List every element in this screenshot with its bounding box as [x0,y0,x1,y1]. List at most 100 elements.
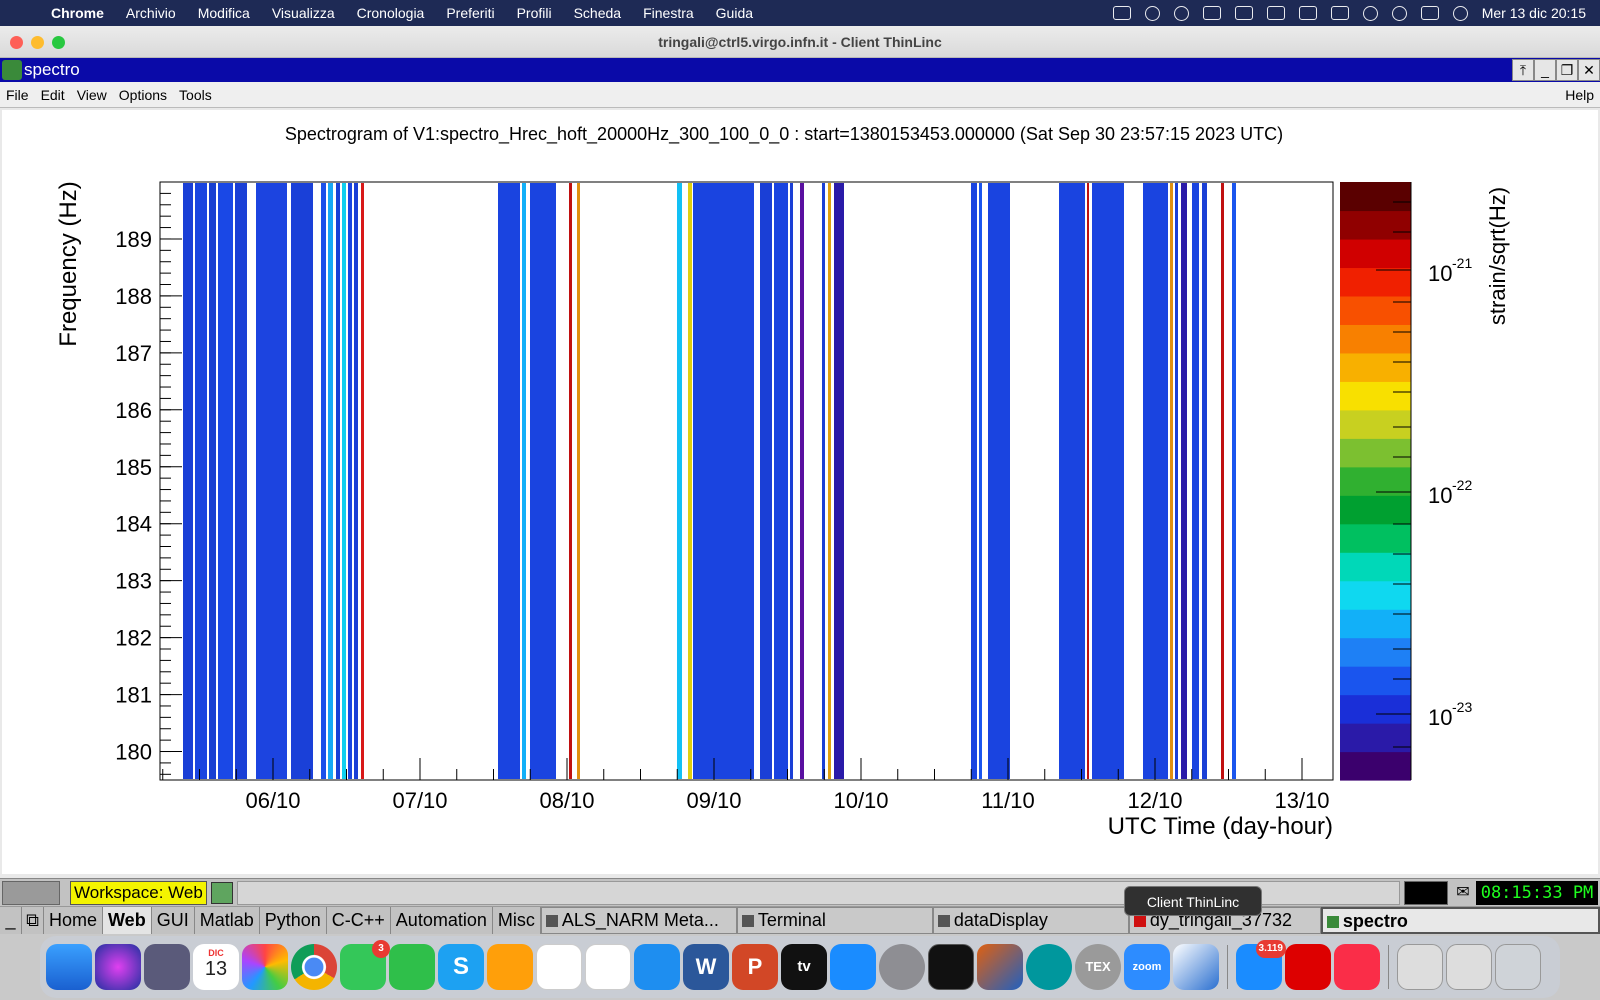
x-task-icon [1133,915,1146,927]
siri-app-icon[interactable] [95,944,141,990]
skype-icon[interactable]: S [438,944,484,990]
menu-finestra[interactable]: Finestra [632,5,705,21]
colorbar-segment [1340,238,1411,269]
time-machine-icon[interactable] [1173,5,1189,21]
page-c-cpp[interactable]: C-C++ [327,907,391,934]
spectrogram-plot[interactable]: Spectrogram of V1:spectro_Hrec_hoft_2000… [2,110,1598,874]
page-gui[interactable]: GUI [152,907,195,934]
cpu-monitor-icon [1404,880,1448,905]
page-matlab[interactable]: Matlab [195,907,260,934]
apple-tv-icon[interactable]: tv [781,944,827,990]
pages-icon[interactable] [487,944,533,990]
menu-guida[interactable]: Guida [705,5,764,21]
keyboard-icon[interactable] [1234,6,1253,20]
word-icon[interactable]: W [683,944,729,990]
terminal-icon[interactable] [928,944,974,990]
powerpoint-icon[interactable]: P [732,944,778,990]
keynote-icon[interactable] [634,944,680,990]
wifi-icon[interactable] [1362,5,1378,21]
lock-icon[interactable] [1202,6,1221,20]
task-datadisplay[interactable]: dataDisplay [932,907,1129,934]
menubar-clock[interactable]: Mer 13 dic 20:15 [1482,5,1586,21]
page-web[interactable]: Web [103,907,152,934]
calendar-icon[interactable]: DIC 13 [193,944,239,990]
x-tick-label: 07/10 [392,788,447,813]
menu-view[interactable]: View [71,87,113,103]
notes-icon[interactable] [536,944,582,990]
volume-icon[interactable] [1266,6,1285,20]
system-settings-icon[interactable] [879,944,925,990]
trash-icon[interactable] [1495,944,1541,990]
close-window-button[interactable] [10,36,23,49]
tex-icon[interactable]: TEX [1075,944,1121,990]
page-home[interactable]: Home [44,907,104,934]
mail-icon[interactable]: 3.119 [1236,940,1286,990]
photos-icon[interactable] [242,944,288,990]
spectrogram-band [348,183,352,779]
bluetooth-icon[interactable] [1298,6,1317,20]
zoom-icon[interactable]: zoom [1124,944,1170,990]
spectrogram-band [336,183,340,779]
menu-options[interactable]: Options [113,87,173,103]
window-title: tringali@ctrl5.virgo.infn.it - Client Th… [658,34,942,50]
battery-icon[interactable] [1330,6,1349,20]
workspace-switch-icon[interactable] [210,881,233,904]
stick-window-icon[interactable]: ⤒ [1512,59,1534,81]
minimized-window-icon[interactable] [1446,944,1492,990]
x-window-titlebar[interactable]: spectro ⤒ _ ❐ ✕ [0,58,1600,82]
panel-windows-icon[interactable]: ⧉ [22,907,44,934]
window-titlebar[interactable]: tringali@ctrl5.virgo.infn.it - Client Th… [0,26,1600,58]
matlab-icon[interactable] [977,944,1023,990]
menu-edit[interactable]: Edit [35,87,71,103]
minimize-window-button[interactable] [31,36,44,49]
music-icon[interactable] [1334,944,1380,990]
task-als-narm[interactable]: ALS_NARM Meta... [540,907,737,934]
finder-icon[interactable] [46,944,92,990]
root-canvas[interactable]: Spectrogram of V1:spectro_Hrec_hoft_2000… [2,110,1598,874]
menu-help[interactable]: Help [1565,87,1600,103]
menu-scheda[interactable]: Scheda [563,5,632,21]
task-terminal[interactable]: Terminal [736,907,933,934]
close-x-window-icon[interactable]: ✕ [1578,59,1600,81]
workspace-indicator[interactable]: Workspace: Web [70,880,207,905]
thinlinc-icon[interactable] [1173,944,1219,990]
menu-tools[interactable]: Tools [173,87,218,103]
acrobat-icon[interactable] [1285,944,1331,990]
spectrogram-band [790,183,793,779]
task-spectro[interactable]: spectro [1320,907,1600,934]
zoom-window-button[interactable] [52,36,65,49]
fvwm-logo-icon[interactable] [2,880,60,905]
page-python[interactable]: Python [260,907,327,934]
launchpad-icon[interactable] [144,944,190,990]
minimize-x-window-icon[interactable]: _ [1534,59,1556,81]
menu-preferiti[interactable]: Preferiti [435,5,505,21]
menu-file[interactable]: File [0,87,35,103]
menu-modifica[interactable]: Modifica [187,5,261,21]
menu-app-chrome[interactable]: Chrome [40,5,115,21]
minimized-window-icon[interactable] [1397,944,1443,990]
messages-icon[interactable]: 3 [340,940,390,990]
mail-envelope-icon[interactable]: ✉ [1452,882,1474,904]
control-center-icon[interactable] [1420,6,1439,20]
facetime-icon[interactable] [389,944,435,990]
panel-minimize-icon[interactable]: _ [0,907,22,934]
dropbox-icon[interactable] [1112,6,1131,20]
chrome-icon[interactable] [291,944,337,990]
colorbar-tick-exp: -21 [1452,255,1472,271]
siri-icon[interactable] [1452,5,1468,21]
menu-profili[interactable]: Profili [506,5,563,21]
spectrogram-band [321,183,326,779]
menu-visualizza[interactable]: Visualizza [261,5,346,21]
page-automation[interactable]: Automation [391,907,493,934]
menu-archivio[interactable]: Archivio [115,5,187,21]
messages-badge: 3 [372,940,390,958]
menu-cronologia[interactable]: Cronologia [346,5,436,21]
focus-moon-icon[interactable] [1144,5,1160,21]
fvwm-panel-top: Workspace: Web ✉ 08:15:33 PM [0,878,1600,906]
freeform-icon[interactable] [585,944,631,990]
spotlight-search-icon[interactable] [1391,5,1407,21]
arduino-icon[interactable] [1026,944,1072,990]
maximize-x-window-icon[interactable]: ❐ [1556,59,1578,81]
page-misc[interactable]: Misc [493,907,541,934]
app-store-icon[interactable] [830,944,876,990]
